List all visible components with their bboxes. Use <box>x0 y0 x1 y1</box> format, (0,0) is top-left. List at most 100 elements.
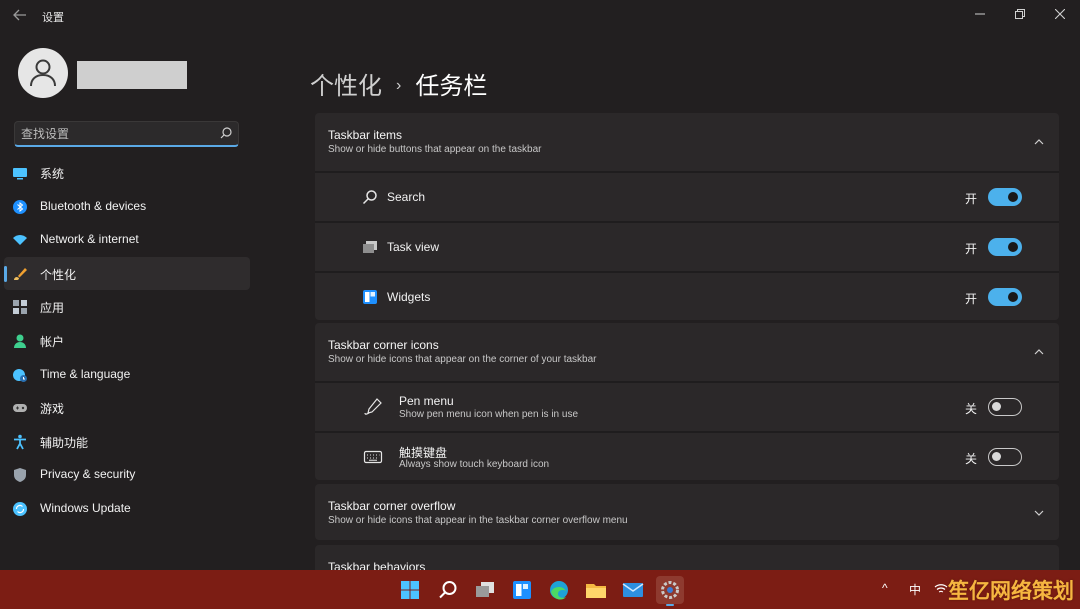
brush-icon <box>14 267 27 280</box>
setting-row-search: Search 开 <box>315 171 1059 219</box>
sidebar-item-label: 游戏 <box>40 402 65 417</box>
sidebar-item-time-language[interactable]: Time & language <box>4 358 250 392</box>
sidebar-item-personalization[interactable]: 个性化 <box>4 256 250 291</box>
sidebar-item-bluetooth[interactable]: Bluetooth & devices <box>4 190 250 224</box>
widgets-toggle[interactable] <box>988 288 1022 306</box>
task-view-toggle[interactable] <box>988 238 1022 256</box>
chevron-up-icon <box>1034 139 1044 145</box>
taskbar-file-explorer-button[interactable] <box>582 576 610 604</box>
sidebar-item-accounts[interactable]: 帐户 <box>4 324 250 358</box>
breadcrumb-current: 任务栏 <box>415 73 488 100</box>
sidebar-item-label: 系统 <box>40 167 65 181</box>
task-view-icon <box>476 582 494 597</box>
sidebar-item-accessibility[interactable]: 辅助功能 <box>4 425 250 459</box>
setting-description: Always show touch keyboard icon <box>399 459 550 470</box>
section-title: Taskbar corner overflow <box>328 499 456 513</box>
pen-icon <box>364 398 382 415</box>
search-icon <box>220 127 232 139</box>
shield-icon <box>14 468 26 483</box>
sidebar-item-windows-update[interactable]: Windows Update <box>4 492 250 526</box>
minimize-button[interactable] <box>960 4 1000 26</box>
toggle-state-label: 关 <box>965 452 978 466</box>
avatar[interactable] <box>18 48 68 98</box>
tray-overflow-chevron[interactable]: ^ <box>882 581 888 595</box>
page-title: 个性化 › 任务栏 <box>310 66 487 101</box>
maximize-button[interactable] <box>1000 4 1040 26</box>
back-button[interactable] <box>8 6 32 26</box>
ime-indicator[interactable]: 中 <box>909 581 921 598</box>
person-icon <box>30 59 56 87</box>
person-icon <box>14 334 26 348</box>
sidebar-item-system[interactable]: 系统 <box>4 156 250 190</box>
sidebar-item-label: 辅助功能 <box>40 435 89 450</box>
mail-icon <box>622 583 644 597</box>
search-icon <box>362 190 377 205</box>
close-button[interactable] <box>1040 4 1080 26</box>
start-button[interactable] <box>396 576 424 604</box>
bluetooth-icon <box>13 199 27 214</box>
settings-search[interactable] <box>14 121 239 147</box>
sidebar-nav: 系统 Bluetooth & devices Network & interne… <box>4 156 250 526</box>
sidebar-item-gaming[interactable]: 游戏 <box>4 391 250 425</box>
breadcrumb-separator: › <box>396 77 402 94</box>
sidebar-item-label: Network & internet <box>40 232 139 247</box>
setting-label: Pen menu <box>399 394 454 408</box>
widgets-icon <box>513 581 531 599</box>
sidebar-item-label: Bluetooth & devices <box>40 198 147 213</box>
taskbar-widgets-button[interactable] <box>508 576 536 604</box>
search-toggle[interactable] <box>988 188 1022 206</box>
app-title: 设置 <box>42 12 64 24</box>
sidebar-item-label: Privacy & security <box>40 467 136 482</box>
setting-row-widgets: Widgets 开 <box>315 271 1059 319</box>
chevron-up-icon <box>1034 349 1044 355</box>
section-title: Taskbar corner icons <box>328 338 439 352</box>
section-taskbar-behaviors[interactable]: Taskbar behaviors <box>315 545 1059 570</box>
taskbar-edge-button[interactable] <box>545 576 573 604</box>
taskbar-settings-button[interactable] <box>656 576 684 606</box>
sidebar-item-label: 个性化 <box>40 267 77 282</box>
section-header[interactable]: Taskbar items Show or hide buttons that … <box>315 113 1059 171</box>
section-title: Taskbar items <box>328 128 403 142</box>
settings-window: 设置 系统 Bluetooth & devices Network & inte… <box>0 0 1080 570</box>
sidebar-item-label: 应用 <box>40 301 65 316</box>
sidebar-item-privacy[interactable]: Privacy & security <box>4 458 250 492</box>
wifi-icon <box>13 235 27 246</box>
section-taskbar-corner-overflow[interactable]: Taskbar corner overflow Show or hide ico… <box>315 484 1059 540</box>
keyboard-icon <box>363 450 383 464</box>
update-icon <box>13 501 27 516</box>
restore-icon <box>1015 9 1025 19</box>
sidebar-item-network[interactable]: Network & internet <box>4 223 250 257</box>
sidebar-item-apps[interactable]: 应用 <box>4 290 250 324</box>
sidebar-item-label: 帐户 <box>40 334 65 349</box>
pen-menu-toggle[interactable] <box>988 398 1022 416</box>
section-header[interactable]: Taskbar corner icons Show or hide icons … <box>315 323 1059 381</box>
username-redacted <box>77 61 187 89</box>
section-taskbar-corner-icons: Taskbar corner icons Show or hide icons … <box>315 323 1059 480</box>
sidebar-item-label: Time & language <box>40 366 131 381</box>
wifi-icon[interactable] <box>934 583 948 595</box>
setting-row-task-view: Task view 开 <box>315 221 1059 269</box>
taskbar-task-view-button[interactable] <box>471 576 499 604</box>
edge-icon <box>550 581 568 600</box>
section-subtitle: Show or hide icons that appear in the ta… <box>328 515 628 526</box>
settings-icon <box>661 581 679 599</box>
setting-description: Show pen menu icon when pen is in use <box>399 409 579 420</box>
sidebar-item-label: Windows Update <box>40 500 131 515</box>
search-input[interactable] <box>21 125 211 143</box>
setting-label: Search <box>387 190 426 204</box>
setting-label: Task view <box>387 240 440 254</box>
start-icon <box>401 581 419 599</box>
chevron-down-icon <box>1034 510 1044 516</box>
watermark: 笙亿网络策划 <box>948 580 1074 603</box>
touch-keyboard-toggle[interactable] <box>988 448 1022 466</box>
taskbar: ^ 中 <box>0 570 1080 609</box>
setting-label: Widgets <box>387 290 431 304</box>
breadcrumb-parent[interactable]: 个性化 <box>310 73 382 100</box>
taskbar-mail-button[interactable] <box>619 576 647 604</box>
minimize-icon <box>975 13 985 15</box>
accessibility-icon <box>14 434 26 450</box>
setting-row-pen-menu: Pen menu Show pen menu icon when pen is … <box>315 381 1059 429</box>
taskbar-search-button[interactable] <box>434 576 462 604</box>
toggle-state-label: 开 <box>965 292 978 306</box>
globe-clock-icon <box>13 368 27 382</box>
